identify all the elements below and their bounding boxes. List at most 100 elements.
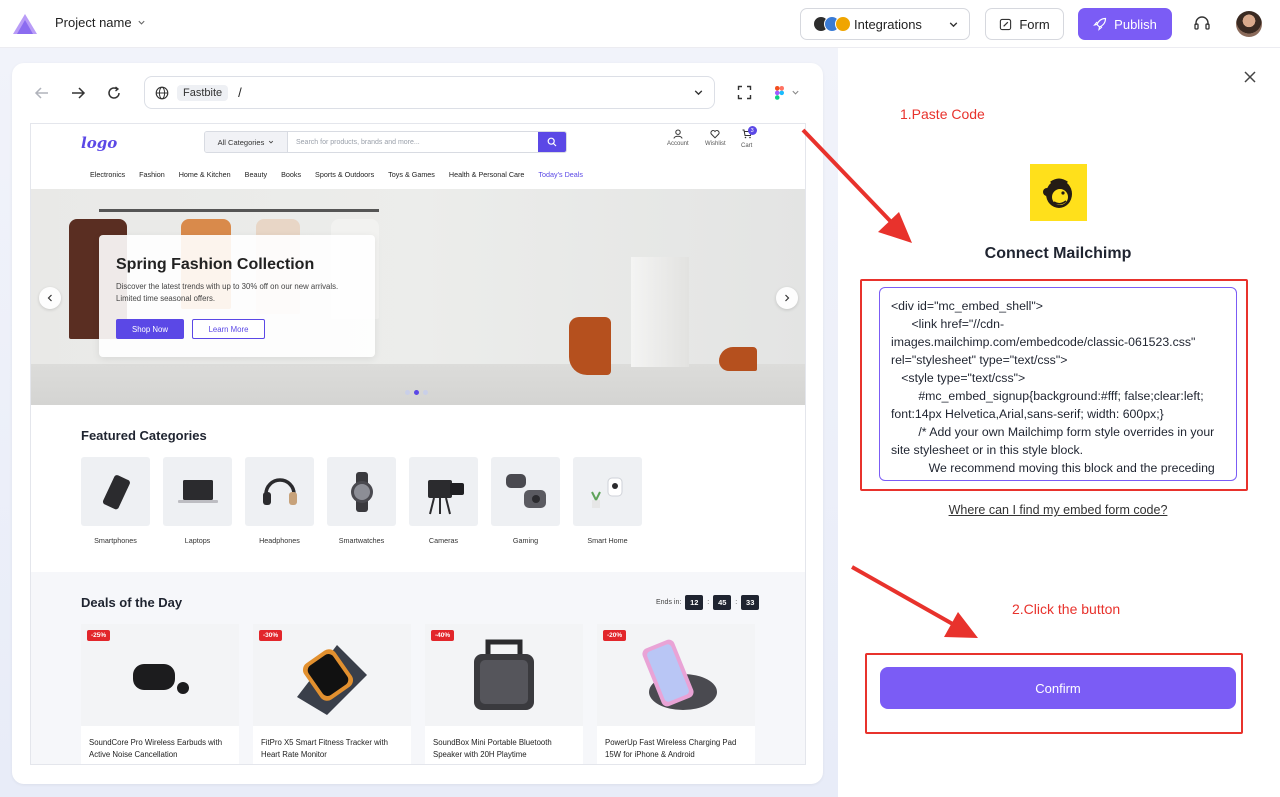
embed-code-textarea[interactable]: <div id="mc_embed_shell"> <link href="//… — [879, 287, 1237, 481]
wishlist-link[interactable]: Wishlist — [705, 129, 726, 147]
chevron-left-icon — [47, 294, 52, 302]
camera-icon — [427, 479, 464, 514]
url-bar[interactable]: Fastbite / — [144, 76, 715, 109]
hero-banner: Spring Fashion Collection Discover the l… — [31, 189, 805, 405]
smartwatch-icon — [350, 471, 373, 512]
cart-link[interactable]: 3 Cart — [741, 126, 757, 149]
category-list: Smartphones Laptops Headphones Smartwatc… — [81, 457, 642, 545]
category-item[interactable]: Gaming — [491, 457, 560, 545]
category-item[interactable]: Cameras — [409, 457, 478, 545]
site-search-bar: All Categories Search for products, bran… — [204, 131, 567, 153]
category-item[interactable]: Headphones — [245, 457, 314, 545]
app-logo-icon[interactable] — [12, 13, 38, 35]
rocket-icon — [1093, 17, 1107, 31]
back-arrow-icon[interactable] — [34, 85, 50, 101]
product-card[interactable]: -40% SoundBox Mini Portable Bluetooth Sp… — [425, 624, 583, 764]
hero-pagination — [405, 390, 428, 395]
featured-categories-title: Featured Categories — [81, 428, 207, 443]
category-item[interactable]: Smart Home — [573, 457, 642, 545]
form-button[interactable]: Form — [985, 8, 1064, 40]
pagination-dot-active[interactable] — [414, 390, 419, 395]
discount-badge: -30% — [259, 630, 283, 641]
category-label: Laptops — [184, 536, 211, 545]
site-search-button[interactable] — [538, 132, 566, 152]
panel-title: Connect Mailchimp — [984, 245, 1132, 262]
category-image — [409, 457, 478, 526]
menu-item[interactable]: Sports & Outdoors — [315, 170, 374, 179]
website-preview: logo All Categories Search for products,… — [30, 123, 806, 765]
integrations-button[interactable]: Integrations — [800, 8, 970, 40]
product-name: PowerUp Fast Wireless Charging Pad 15W f… — [605, 738, 737, 759]
pagination-dot[interactable] — [405, 390, 410, 395]
deals-product-list: -25% SoundCore Pro Wireless Earbuds with… — [81, 624, 755, 764]
site-name-chip: Fastbite — [177, 84, 229, 101]
chevron-down-icon[interactable] — [693, 87, 704, 98]
discount-badge: -25% — [87, 630, 111, 641]
product-card[interactable]: -20% PowerUp Fast Wireless Charging Pad … — [597, 624, 755, 764]
smartwatch-icon — [297, 645, 367, 715]
close-icon[interactable] — [1243, 70, 1257, 84]
category-label: Smartwatches — [338, 536, 385, 545]
fullscreen-icon[interactable] — [737, 85, 752, 100]
product-card[interactable]: -25% SoundCore Pro Wireless Earbuds with… — [81, 624, 239, 764]
menu-item[interactable]: Fashion — [139, 170, 165, 179]
chevron-down-icon — [792, 90, 799, 95]
menu-item[interactable]: Electronics — [90, 170, 125, 179]
forward-arrow-icon[interactable] — [70, 85, 86, 101]
chevron-down-icon — [138, 20, 145, 25]
product-card[interactable]: -30% FitPro X5 Smart Fitness Tracker wit… — [253, 624, 411, 764]
embed-code-help-link[interactable]: Where can I find my embed form code? — [938, 503, 1178, 517]
form-label: Form — [1019, 16, 1050, 32]
category-label: Headphones — [259, 536, 300, 545]
category-item[interactable]: Smartphones — [81, 457, 150, 545]
hero-next-button[interactable] — [776, 287, 798, 309]
smartphone-icon — [102, 474, 130, 509]
top-bar: Project name Integrations Form Publish — [0, 0, 1280, 48]
project-name-dropdown[interactable]: Project name — [55, 15, 146, 30]
menu-item[interactable]: Health & Personal Care — [449, 170, 525, 179]
publish-button[interactable]: Publish — [1078, 8, 1172, 40]
menu-item[interactable]: Home & Kitchen — [179, 170, 231, 179]
menu-item[interactable]: Toys & Games — [388, 170, 435, 179]
category-select[interactable]: All Categories — [205, 132, 288, 152]
chevron-down-icon — [269, 140, 274, 144]
learn-more-button[interactable]: Learn More — [192, 319, 265, 339]
reload-icon[interactable] — [106, 85, 122, 101]
publish-label: Publish — [1114, 16, 1157, 32]
project-name-label: Project name — [55, 15, 132, 30]
hero-prev-button[interactable] — [39, 287, 61, 309]
laptop-icon — [177, 479, 218, 503]
menu-item-todays-deals[interactable]: Today's Deals — [538, 170, 583, 179]
globe-icon — [155, 86, 169, 99]
category-label: Smartphones — [94, 536, 137, 545]
category-item[interactable]: Laptops — [163, 457, 232, 545]
deals-title: Deals of the Day — [81, 595, 183, 610]
discount-badge: -20% — [603, 630, 627, 641]
account-link[interactable]: Account — [667, 129, 689, 147]
menu-item[interactable]: Beauty — [245, 170, 267, 179]
hero-title: Spring Fashion Collection — [116, 256, 315, 273]
pagination-dot[interactable] — [423, 390, 428, 395]
product-name: SoundCore Pro Wireless Earbuds with Acti… — [89, 738, 223, 759]
timer-minutes: 45 — [713, 595, 732, 610]
site-search-input[interactable]: Search for products, brands and more... — [288, 132, 538, 152]
cart-count-badge: 3 — [747, 126, 757, 135]
boot-image — [569, 317, 611, 375]
category-item[interactable]: Smartwatches — [327, 457, 396, 545]
deals-countdown: Ends in: 12 : 45 : 33 — [656, 595, 760, 610]
mailchimp-icon — [1042, 178, 1072, 208]
category-label: Cameras — [428, 536, 459, 545]
headset-icon[interactable] — [1193, 15, 1211, 33]
user-avatar[interactable] — [1236, 11, 1262, 37]
category-image — [163, 457, 232, 526]
figma-menu[interactable] — [775, 85, 805, 100]
category-label: Gaming — [512, 536, 539, 545]
confirm-button[interactable]: Confirm — [880, 667, 1236, 709]
shop-now-button[interactable]: Shop Now — [116, 319, 184, 339]
hero-floor — [31, 364, 805, 405]
cart-label: Cart — [741, 143, 753, 149]
clothing-rack — [99, 209, 379, 212]
site-logo[interactable]: logo — [81, 134, 117, 152]
menu-item[interactable]: Books — [281, 170, 301, 179]
hero-card: Spring Fashion Collection Discover the l… — [99, 235, 375, 357]
